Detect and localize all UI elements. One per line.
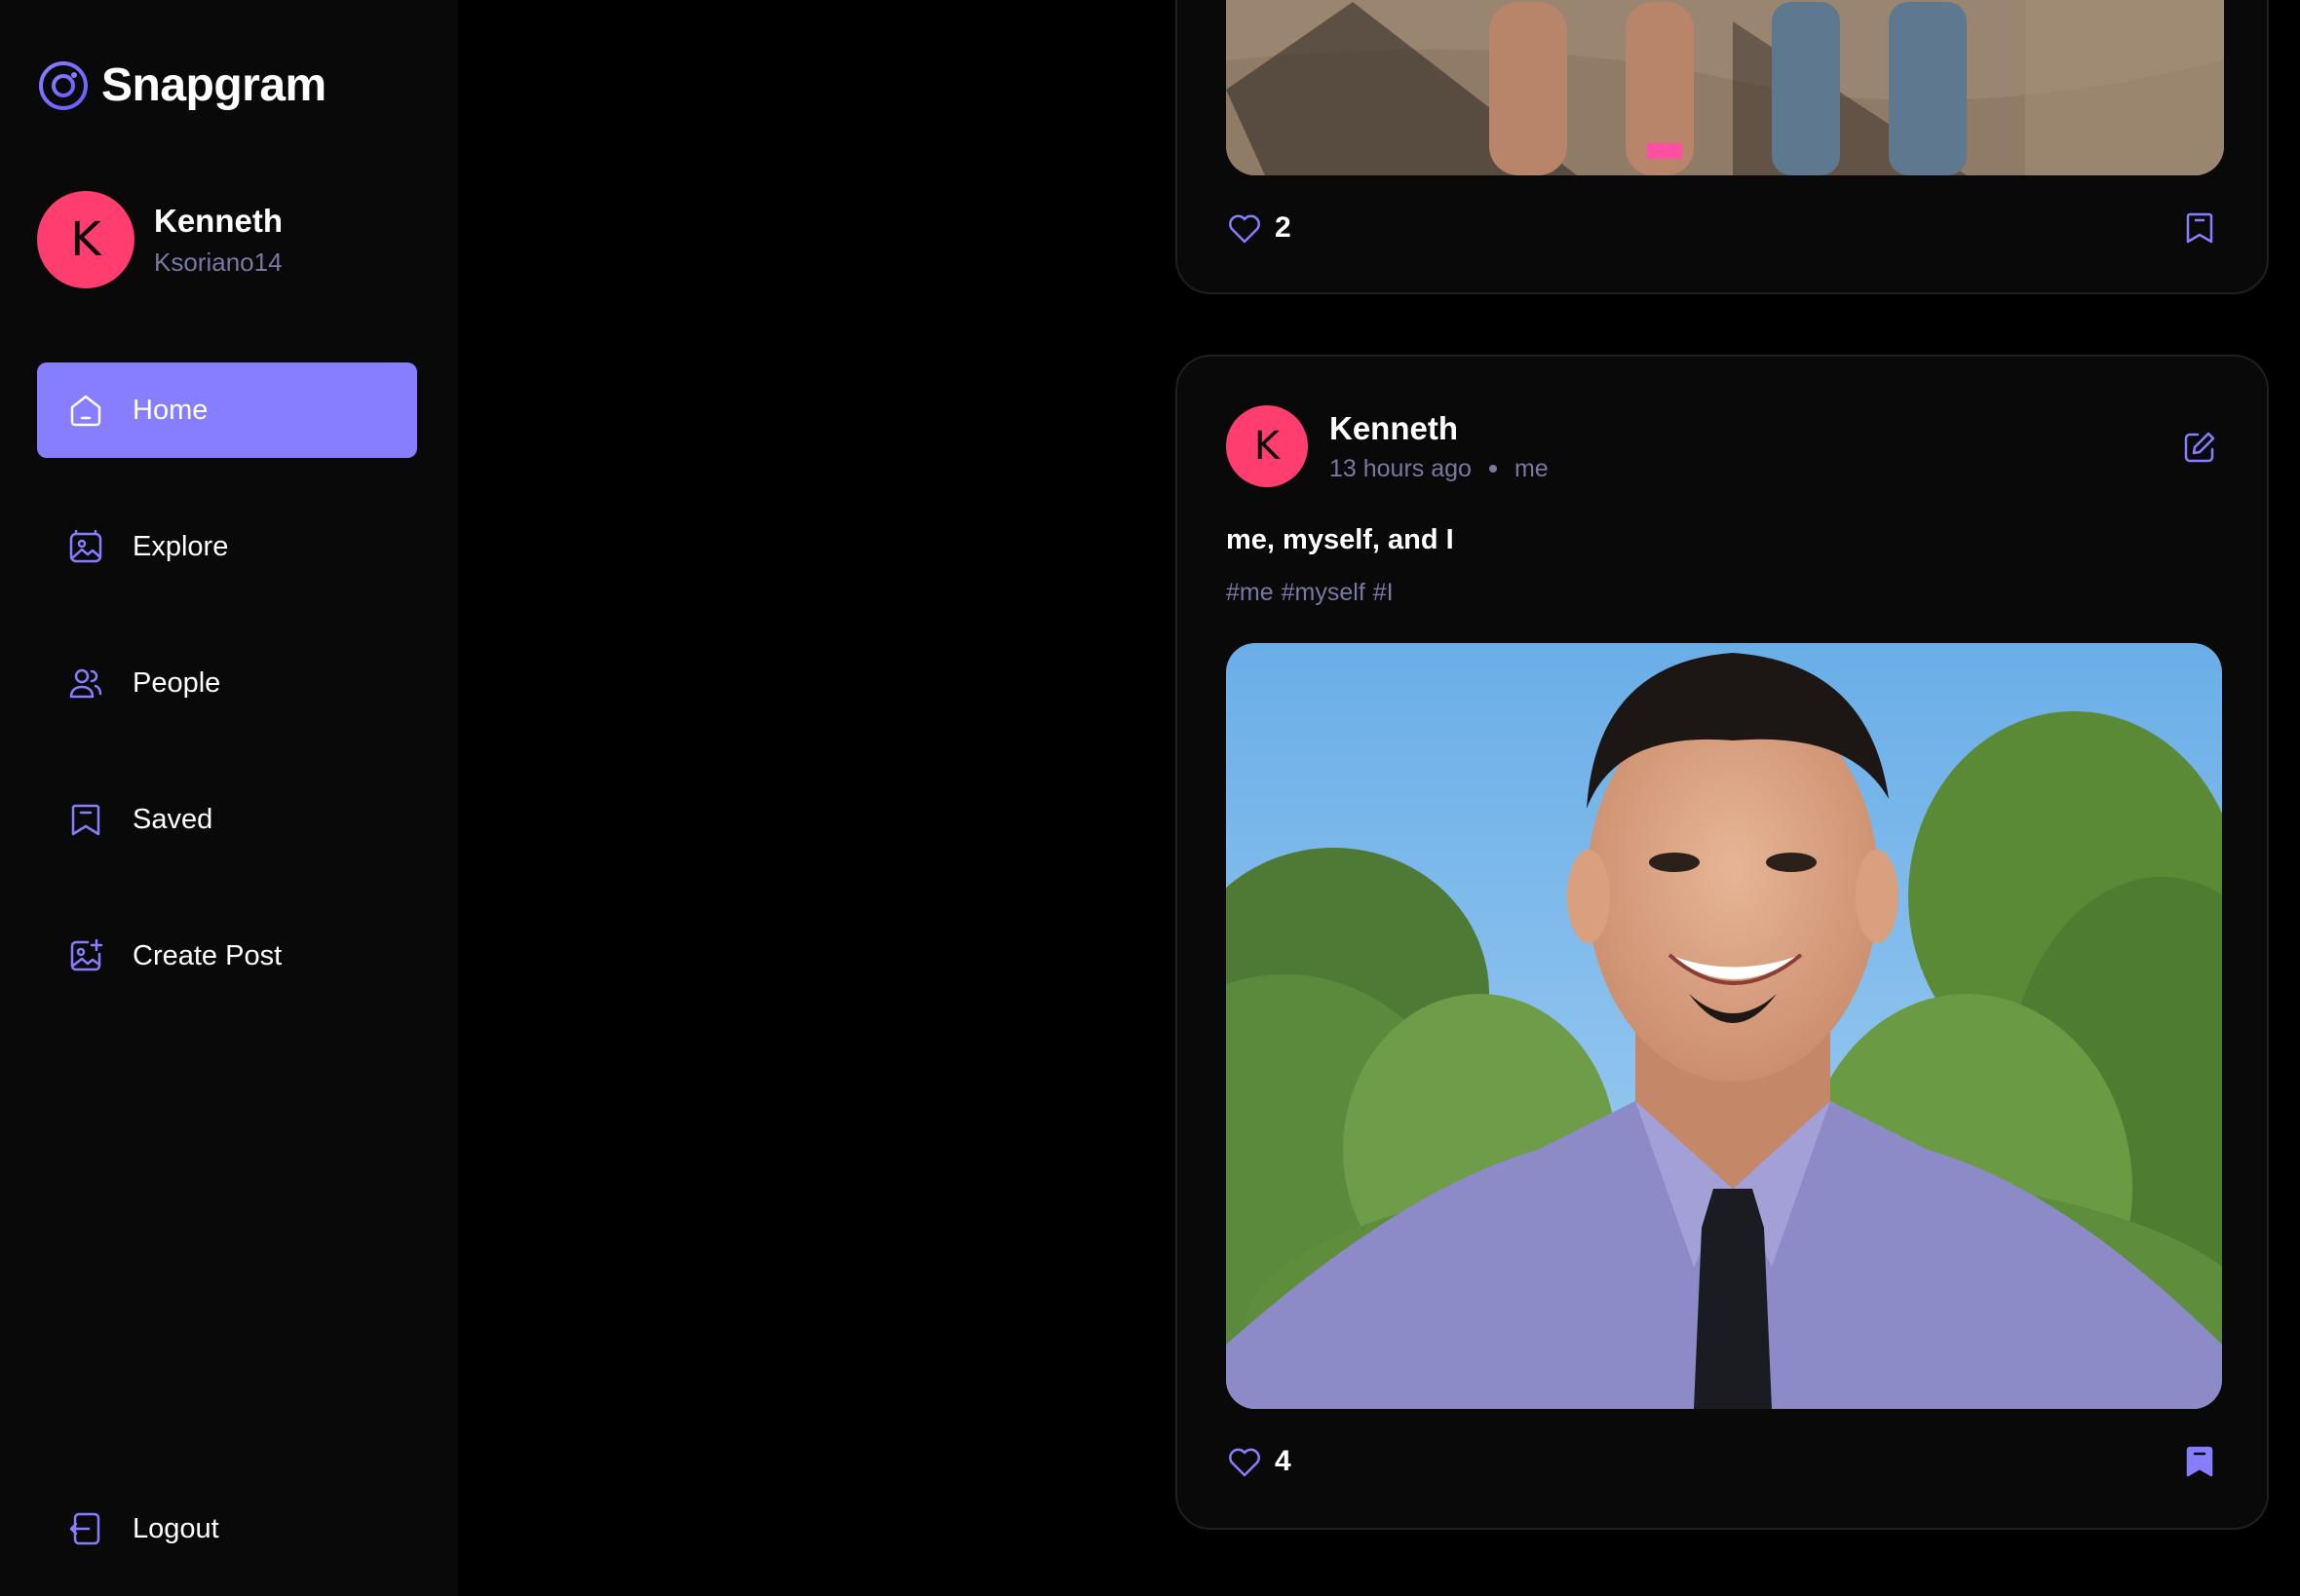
sidebar-nav: Home Explore People Saved Create Post — [37, 362, 417, 1045]
like-button[interactable]: 2 — [1226, 209, 1291, 247]
explore-icon — [66, 527, 105, 566]
post-tags: #me #myself #I — [1226, 579, 1394, 607]
profile-text: Kenneth Ksoriano14 — [154, 203, 283, 278]
post-image[interactable] — [1226, 643, 2222, 1409]
sidebar-item-explore[interactable]: Explore — [37, 499, 417, 594]
sidebar-item-label: Home — [133, 394, 209, 426]
sidebar-item-create-post[interactable]: Create Post — [37, 908, 417, 1004]
avatar[interactable]: K — [1226, 405, 1308, 487]
logout-label: Logout — [133, 1512, 219, 1544]
save-button[interactable] — [2181, 209, 2218, 247]
logout-button[interactable]: Logout — [37, 1481, 417, 1577]
like-count: 2 — [1275, 211, 1291, 244]
heart-icon — [1229, 214, 1260, 244]
heart-icon — [1229, 1448, 1260, 1477]
post-location: me — [1514, 454, 1549, 482]
profile-username: Ksoriano14 — [154, 247, 283, 277]
bookmark-filled-icon — [2186, 1446, 2213, 1477]
sidebar-item-saved[interactable]: Saved — [37, 772, 417, 867]
sidebar-item-label: People — [133, 666, 221, 699]
post-subline: 13 hours ago me — [1329, 455, 1549, 483]
hashtag[interactable]: #myself — [1282, 579, 1365, 607]
separator-dot — [1488, 465, 1497, 473]
like-count: 4 — [1275, 1445, 1291, 1477]
logout-icon — [66, 1509, 105, 1548]
bookmark-icon — [66, 800, 105, 839]
portrait-photo — [1226, 643, 2222, 1409]
hashtag[interactable]: #I — [1373, 579, 1394, 607]
like-button[interactable]: 4 — [1226, 1443, 1291, 1480]
app-logo[interactable]: Snapgram — [37, 58, 326, 112]
sidebar-item-label: Saved — [133, 803, 213, 835]
home-icon — [66, 391, 105, 430]
post-time: 13 hours ago — [1329, 454, 1472, 482]
create-post-icon — [66, 936, 105, 975]
sidebar-item-people[interactable]: People — [37, 635, 417, 731]
avatar: K — [37, 191, 134, 288]
people-icon — [66, 664, 105, 703]
post-meta: Kenneth 13 hours ago me — [1329, 410, 1549, 483]
edit-post-button[interactable] — [2181, 429, 2218, 466]
edit-icon — [2184, 432, 2215, 463]
profile-name: Kenneth — [154, 202, 283, 239]
current-user-profile[interactable]: K Kenneth Ksoriano14 — [37, 191, 283, 288]
post-image[interactable] — [1226, 0, 2224, 175]
post-card: 2 — [1175, 0, 2269, 294]
hashtag[interactable]: #me — [1226, 579, 1274, 607]
post-caption: me, myself, and I — [1226, 524, 1454, 555]
post-author[interactable]: Kenneth — [1329, 410, 1549, 447]
app-root: Snapgram K Kenneth Ksoriano14 Home Explo… — [0, 0, 2300, 1596]
post-card: K Kenneth 13 hours ago me me, myself, an… — [1175, 355, 2269, 1530]
sidebar-item-home[interactable]: Home — [37, 362, 417, 458]
save-button[interactable] — [2181, 1443, 2218, 1480]
bookmark-icon — [2186, 212, 2213, 244]
post-header: K Kenneth 13 hours ago me — [1226, 405, 1549, 487]
left-sidebar: Snapgram K Kenneth Ksoriano14 Home Explo… — [0, 0, 458, 1596]
sidebar-item-label: Create Post — [133, 939, 283, 971]
post-actions: 4 — [1226, 1442, 2218, 1481]
sidebar-item-label: Explore — [133, 530, 229, 562]
post-actions: 2 — [1226, 209, 2218, 247]
app-name: Snapgram — [101, 59, 326, 111]
logo-icon — [37, 59, 90, 112]
